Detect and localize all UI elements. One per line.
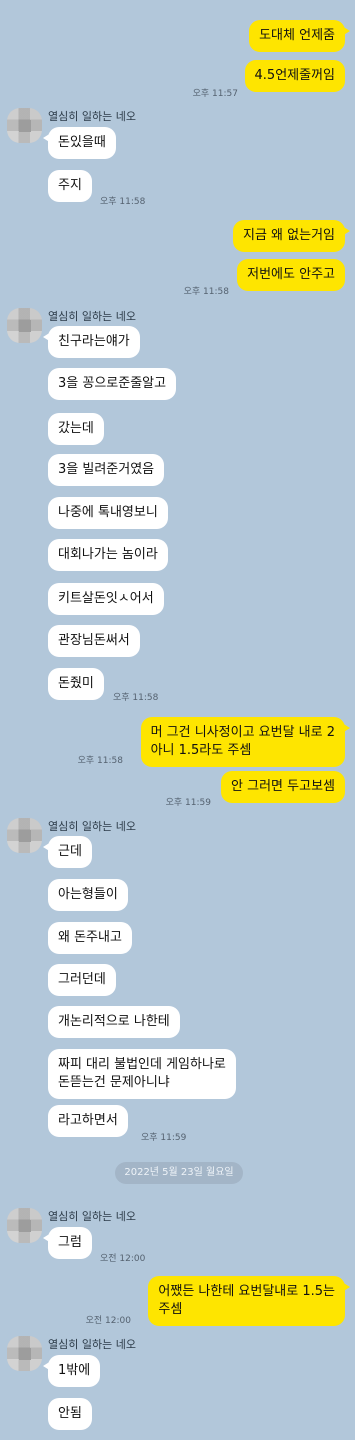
- message-bubble[interactable]: 대회나가는 놈이라: [48, 539, 168, 571]
- message-bubble[interactable]: 안됨: [48, 1398, 92, 1430]
- message-bubble[interactable]: 나중에 톡내영보니: [48, 497, 168, 529]
- avatar[interactable]: [7, 108, 42, 143]
- date-divider: 2022년 5월 23일 월요일: [115, 1162, 243, 1184]
- avatar[interactable]: [7, 1336, 42, 1371]
- sender-name: 열심히 일하는 네오: [48, 1338, 136, 1351]
- message-bubble[interactable]: 머 그건 니사정이고 요번달 내로 2 아니 1.5라도 주셈: [140, 717, 351, 767]
- message-bubble[interactable]: 저번에도 안주고: [237, 259, 345, 291]
- message-bubble[interactable]: 개논리적으로 나한테: [48, 1006, 180, 1038]
- message-time: 오후 11:58: [100, 197, 146, 207]
- message-bubble[interactable]: 어쨌든 나한테 요번달내로 1.5는 주셈: [148, 1276, 350, 1326]
- message-time: 오후 11:58: [183, 287, 229, 297]
- sender-name: 열심히 일하는 네오: [48, 110, 136, 123]
- message-time: 오후 11:58: [77, 756, 123, 766]
- message-bubble[interactable]: 3을 꽁으로준줄알고: [48, 368, 177, 400]
- message-time: 오후 11:57: [192, 89, 238, 99]
- message-time: 오후 11:58: [113, 693, 159, 703]
- message-time: 오전 12:00: [85, 1316, 131, 1326]
- message-bubble[interactable]: 도대체 언제줌: [249, 20, 350, 52]
- avatar[interactable]: [7, 1208, 42, 1243]
- message-time: 오후 11:59: [165, 798, 211, 808]
- message-bubble[interactable]: 4.5언제줄꺼임: [244, 60, 345, 92]
- message-bubble[interactable]: 돈줬미: [48, 668, 104, 700]
- message-bubble[interactable]: 그럼: [43, 1227, 92, 1259]
- chat-area[interactable]: 도대체 언제줌 4.5언제줄꺼임 오후 11:57 열심히 일하는 네오 돈있을…: [0, 0, 355, 1440]
- message-bubble[interactable]: 친구라는얘가: [43, 326, 140, 358]
- message-bubble[interactable]: 돈있을때: [43, 127, 116, 159]
- message-bubble[interactable]: 갔는데: [48, 413, 104, 445]
- message-bubble[interactable]: 그러던데: [48, 964, 116, 996]
- avatar[interactable]: [7, 308, 42, 343]
- message-bubble[interactable]: 키트살돈잇ㅅ어서: [48, 583, 164, 615]
- message-bubble[interactable]: 관장님돈써서: [48, 625, 140, 657]
- message-bubble[interactable]: 1밖에: [42, 1355, 101, 1387]
- sender-name: 열심히 일하는 네오: [48, 310, 136, 323]
- message-time: 오후 11:59: [141, 1133, 187, 1143]
- message-bubble[interactable]: 지금 왜 없는거임: [233, 220, 350, 252]
- message-bubble[interactable]: 아는형들이: [48, 879, 128, 911]
- sender-name: 열심히 일하는 네오: [48, 820, 136, 833]
- sender-name: 열심히 일하는 네오: [48, 1210, 136, 1223]
- message-bubble[interactable]: 짜피 대리 불법인데 게임하나로 돈뜯는건 문제아니냐: [48, 1049, 236, 1099]
- message-bubble[interactable]: 근데: [43, 836, 92, 868]
- message-bubble[interactable]: 3을 빌려준거였음: [48, 454, 165, 486]
- message-bubble[interactable]: 왜 돈주내고: [48, 922, 132, 954]
- message-bubble[interactable]: 안 그러면 두고보셈: [221, 771, 345, 803]
- avatar[interactable]: [7, 818, 42, 853]
- message-bubble[interactable]: 주지: [48, 170, 92, 202]
- message-time: 오전 12:00: [100, 1254, 146, 1264]
- message-bubble[interactable]: 라고하면서: [48, 1105, 128, 1137]
